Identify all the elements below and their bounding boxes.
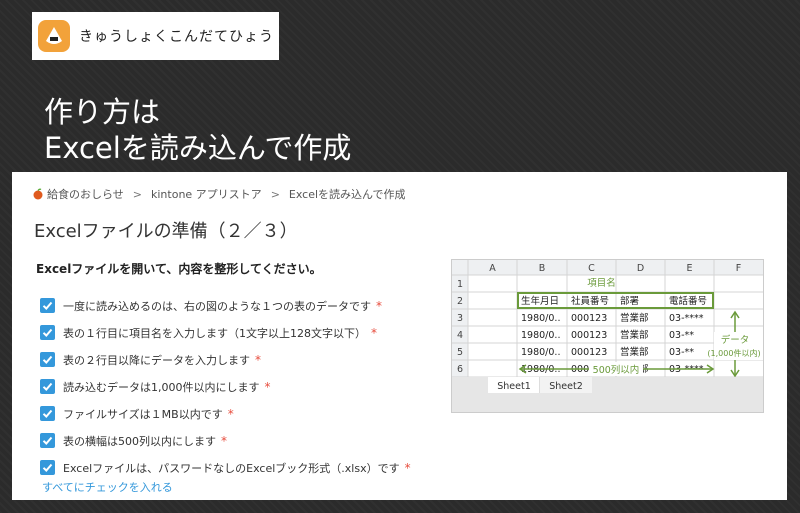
data-cell: 000123 [571,347,607,358]
column-header: A [489,263,496,274]
checklist-item-label: 一度に読み込めるのは、右の図のような１つの表のデータです [63,299,371,313]
slide-title-line1: 作り方は [44,95,161,129]
checkbox-checked[interactable] [40,379,55,394]
checklist-item[interactable]: 表の横幅は500列以内にします * [40,427,411,454]
required-mark: * [221,433,227,448]
sheet-tab-sheet2: Sheet2 [549,381,583,392]
row-header: 5 [457,347,463,358]
checkbox-checked[interactable] [40,460,55,475]
checkmark-icon [42,463,53,472]
checkbox-checked[interactable] [40,298,55,313]
brand-name: きゅうしょくこんだてひょう [79,29,274,45]
data-cell: 03-**** [669,313,704,324]
annotation-data-label: データ [721,334,750,346]
brand-header: きゅうしょくこんだてひょう [32,12,279,60]
header-cell: 電話番号 [669,295,707,307]
checklist-item-label: 表の横幅は500列以内にします [63,434,216,448]
checkbox-checked[interactable] [40,325,55,340]
header-cell: 社員番号 [571,295,609,307]
check-all-link[interactable]: すべてにチェックを入れる [42,479,173,495]
slide-title-line2: Excelを読み込んで作成 [44,131,352,165]
header-cell: 部署 [620,295,639,307]
sheet-tab-sheet1: Sheet1 [497,381,531,392]
data-cell: 1980/0.. [521,313,560,324]
data-cell: 営業部 [620,346,649,358]
required-mark: * [371,325,377,340]
annotation-data-limit: (1,000件以内) [707,348,760,358]
column-header: D [637,263,644,274]
data-cell: 03-** [669,347,694,358]
checklist: 一度に読み込めるのは、右の図のような１つの表のデータです * 表の１行目に項目名… [40,292,411,481]
spreadsheet-svg: ABCDEF1234567生年月日社員番号部署電話番号1980/0..00012… [452,260,763,412]
row-header: 6 [457,364,463,375]
column-header: C [588,263,595,274]
required-mark: * [255,352,261,367]
data-cell: 営業部 [620,329,649,341]
checkmark-icon [42,409,53,418]
row-header: 3 [457,313,463,324]
column-header: F [736,263,741,274]
breadcrumb-item-oshirase[interactable]: 給食のおしらせ [47,186,124,202]
checklist-item-label: 読み込むデータは1,000件以内にします [63,380,260,394]
screenshot-panel: 給食のおしらせ > kintone アプリストア > Excelを読み込んで作成… [12,172,787,500]
breadcrumb-separator: > [132,187,142,201]
bento-icon [38,20,70,52]
checkmark-icon [42,355,53,364]
data-cell: 03-** [669,330,694,341]
checklist-item[interactable]: 読み込むデータは1,000件以内にします * [40,373,411,400]
breadcrumb-item-appstore[interactable]: kintone アプリストア [151,186,262,202]
breadcrumb-separator: > [270,187,280,201]
annotation-columns-label: 500列以内 [593,364,640,376]
row-header: 2 [457,296,463,307]
checkbox-checked[interactable] [40,433,55,448]
checkmark-icon [42,436,53,445]
data-cell: 1980/0.. [521,347,560,358]
required-mark: * [264,379,271,394]
spreadsheet-diagram: ABCDEF1234567生年月日社員番号部署電話番号1980/0..00012… [451,259,764,413]
header-cell: 生年月日 [521,295,559,307]
column-header: B [539,263,546,274]
checklist-item[interactable]: 一度に読み込めるのは、右の図のような１つの表のデータです * [40,292,411,319]
checkmark-icon [42,328,53,337]
checkbox-checked[interactable] [40,352,55,367]
annotation-header-label: 項目名 [587,277,616,289]
checklist-item-label: ファイルサイズは１MB以内です [63,407,223,421]
column-header-bar [452,260,763,275]
checklist-item[interactable]: 表の２行目以降にデータを入力します * [40,346,411,373]
required-mark: * [376,298,382,313]
apple-icon [33,188,43,200]
required-mark: * [227,406,234,421]
data-cell: 営業部 [620,312,649,324]
row-header: 1 [457,279,463,290]
column-header: E [686,263,692,274]
row-header: 4 [457,330,463,341]
checklist-item-label: Excelファイルは、パスワードなしのExcelブック形式（.xlsx）です [63,461,400,475]
required-mark: * [404,460,411,475]
instructions-subheading: Excelファイルを開いて、内容を整形してください。 [36,262,322,276]
slide-title: 作り方は Excelを読み込んで作成 [44,94,351,166]
checkmark-icon [42,301,53,310]
data-cell: 000123 [571,330,607,341]
checkbox-checked[interactable] [40,406,55,421]
data-cell: 1980/0.. [521,330,560,341]
data-cell: 000123 [571,313,607,324]
checklist-item-label: 表の２行目以降にデータを入力します [63,353,250,367]
checklist-item[interactable]: 表の１行目に項目名を入力します（1文字以上128文字以下） * [40,319,411,346]
checklist-item[interactable]: Excelファイルは、パスワードなしのExcelブック形式（.xlsx）です * [40,454,411,481]
checklist-item-label: 表の１行目に項目名を入力します（1文字以上128文字以下） [63,326,366,340]
breadcrumb: 給食のおしらせ > kintone アプリストア > Excelを読み込んで作成 [32,186,406,202]
checklist-item[interactable]: ファイルサイズは１MB以内です * [40,400,411,427]
checkmark-icon [42,382,53,391]
page-heading: Excelファイルの準備（２／３） [34,221,298,242]
breadcrumb-item-current: Excelを読み込んで作成 [288,188,406,201]
